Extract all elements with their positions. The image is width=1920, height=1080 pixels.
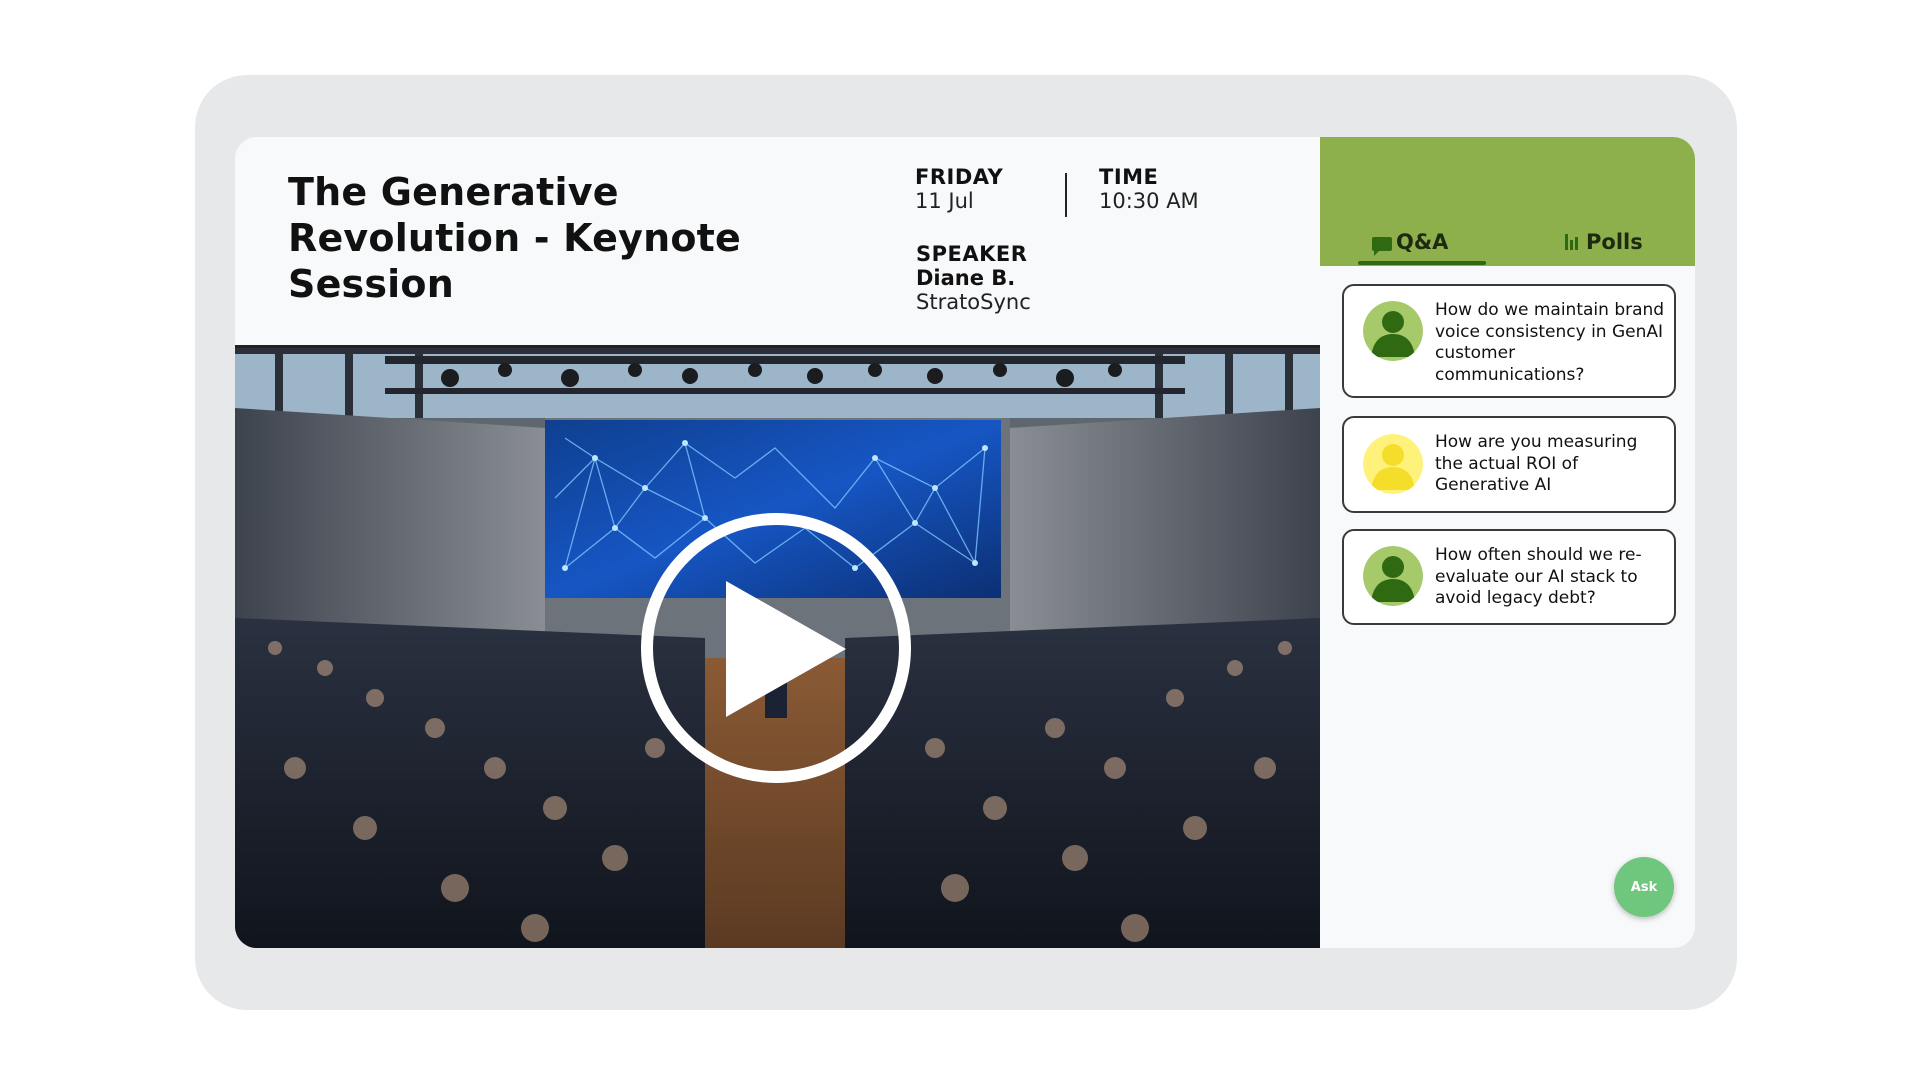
tab-polls-label: Polls xyxy=(1586,230,1643,254)
user-avatar-icon xyxy=(1363,546,1423,606)
speaker-block: SPEAKER Diane B. StratoSync xyxy=(916,242,1031,314)
user-avatar-icon xyxy=(1363,434,1423,494)
meta-divider xyxy=(1065,173,1067,217)
tab-qa[interactable]: Q&A xyxy=(1358,219,1486,265)
tab-qa-label: Q&A xyxy=(1396,230,1449,254)
session-title: The Generative Revolution - Keynote Sess… xyxy=(288,170,741,306)
tab-polls[interactable]: Polls xyxy=(1565,219,1643,265)
speaker-company: StratoSync xyxy=(916,290,1031,314)
sidebar-tabbar: Q&A Polls xyxy=(1320,137,1695,266)
question-text: How often should we re-evaluate our AI s… xyxy=(1435,545,1642,608)
time-label: TIME xyxy=(1099,165,1159,189)
active-tab-indicator xyxy=(1358,261,1486,265)
session-time: 10:30 AM xyxy=(1099,189,1199,213)
ask-button[interactable]: Ask xyxy=(1614,857,1674,917)
date-block: FRIDAY 11 Jul xyxy=(915,165,1003,213)
question-text: How do we maintain brand voice consisten… xyxy=(1435,300,1665,385)
app-screen: The Generative Revolution - Keynote Sess… xyxy=(235,137,1695,948)
video-player[interactable] xyxy=(235,345,1320,948)
engagement-sidebar: Q&A Polls How do we maintain brand voice… xyxy=(1320,137,1695,948)
user-avatar-icon xyxy=(1363,301,1423,361)
speaker-name: Diane B. xyxy=(916,266,1016,290)
play-icon xyxy=(726,581,846,717)
chat-icon xyxy=(1372,237,1392,256)
day-label: FRIDAY xyxy=(915,165,1004,189)
session-date: 11 Jul xyxy=(915,189,974,213)
question-text: How are you measuring the actual ROI of … xyxy=(1435,432,1638,495)
question-card[interactable]: How do we maintain brand voice consisten… xyxy=(1342,284,1676,398)
question-card[interactable]: How often should we re-evaluate our AI s… xyxy=(1342,529,1676,625)
question-card[interactable]: How are you measuring the actual ROI of … xyxy=(1342,416,1676,513)
session-header: The Generative Revolution - Keynote Sess… xyxy=(235,137,1320,345)
bar-chart-icon xyxy=(1565,234,1578,250)
speaker-label: SPEAKER xyxy=(916,242,1028,266)
time-block: TIME 10:30 AM xyxy=(1099,165,1199,213)
